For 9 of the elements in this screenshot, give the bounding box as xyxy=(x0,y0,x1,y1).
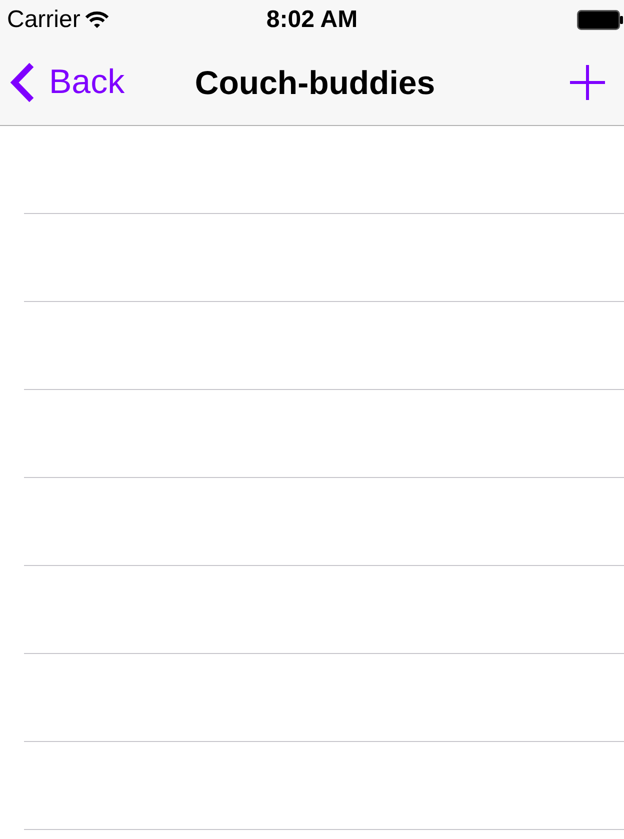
chevron-left-icon xyxy=(10,62,35,103)
status-time: 8:02 AM xyxy=(266,6,358,34)
carrier-label: Carrier xyxy=(7,6,80,34)
wifi-signal-icon xyxy=(85,11,110,29)
navigation-title: Couch-buddies xyxy=(194,64,436,102)
plus-icon xyxy=(570,65,605,100)
battery-icon xyxy=(577,10,623,30)
back-button[interactable]: Back xyxy=(10,62,125,103)
add-button[interactable] xyxy=(570,65,605,100)
